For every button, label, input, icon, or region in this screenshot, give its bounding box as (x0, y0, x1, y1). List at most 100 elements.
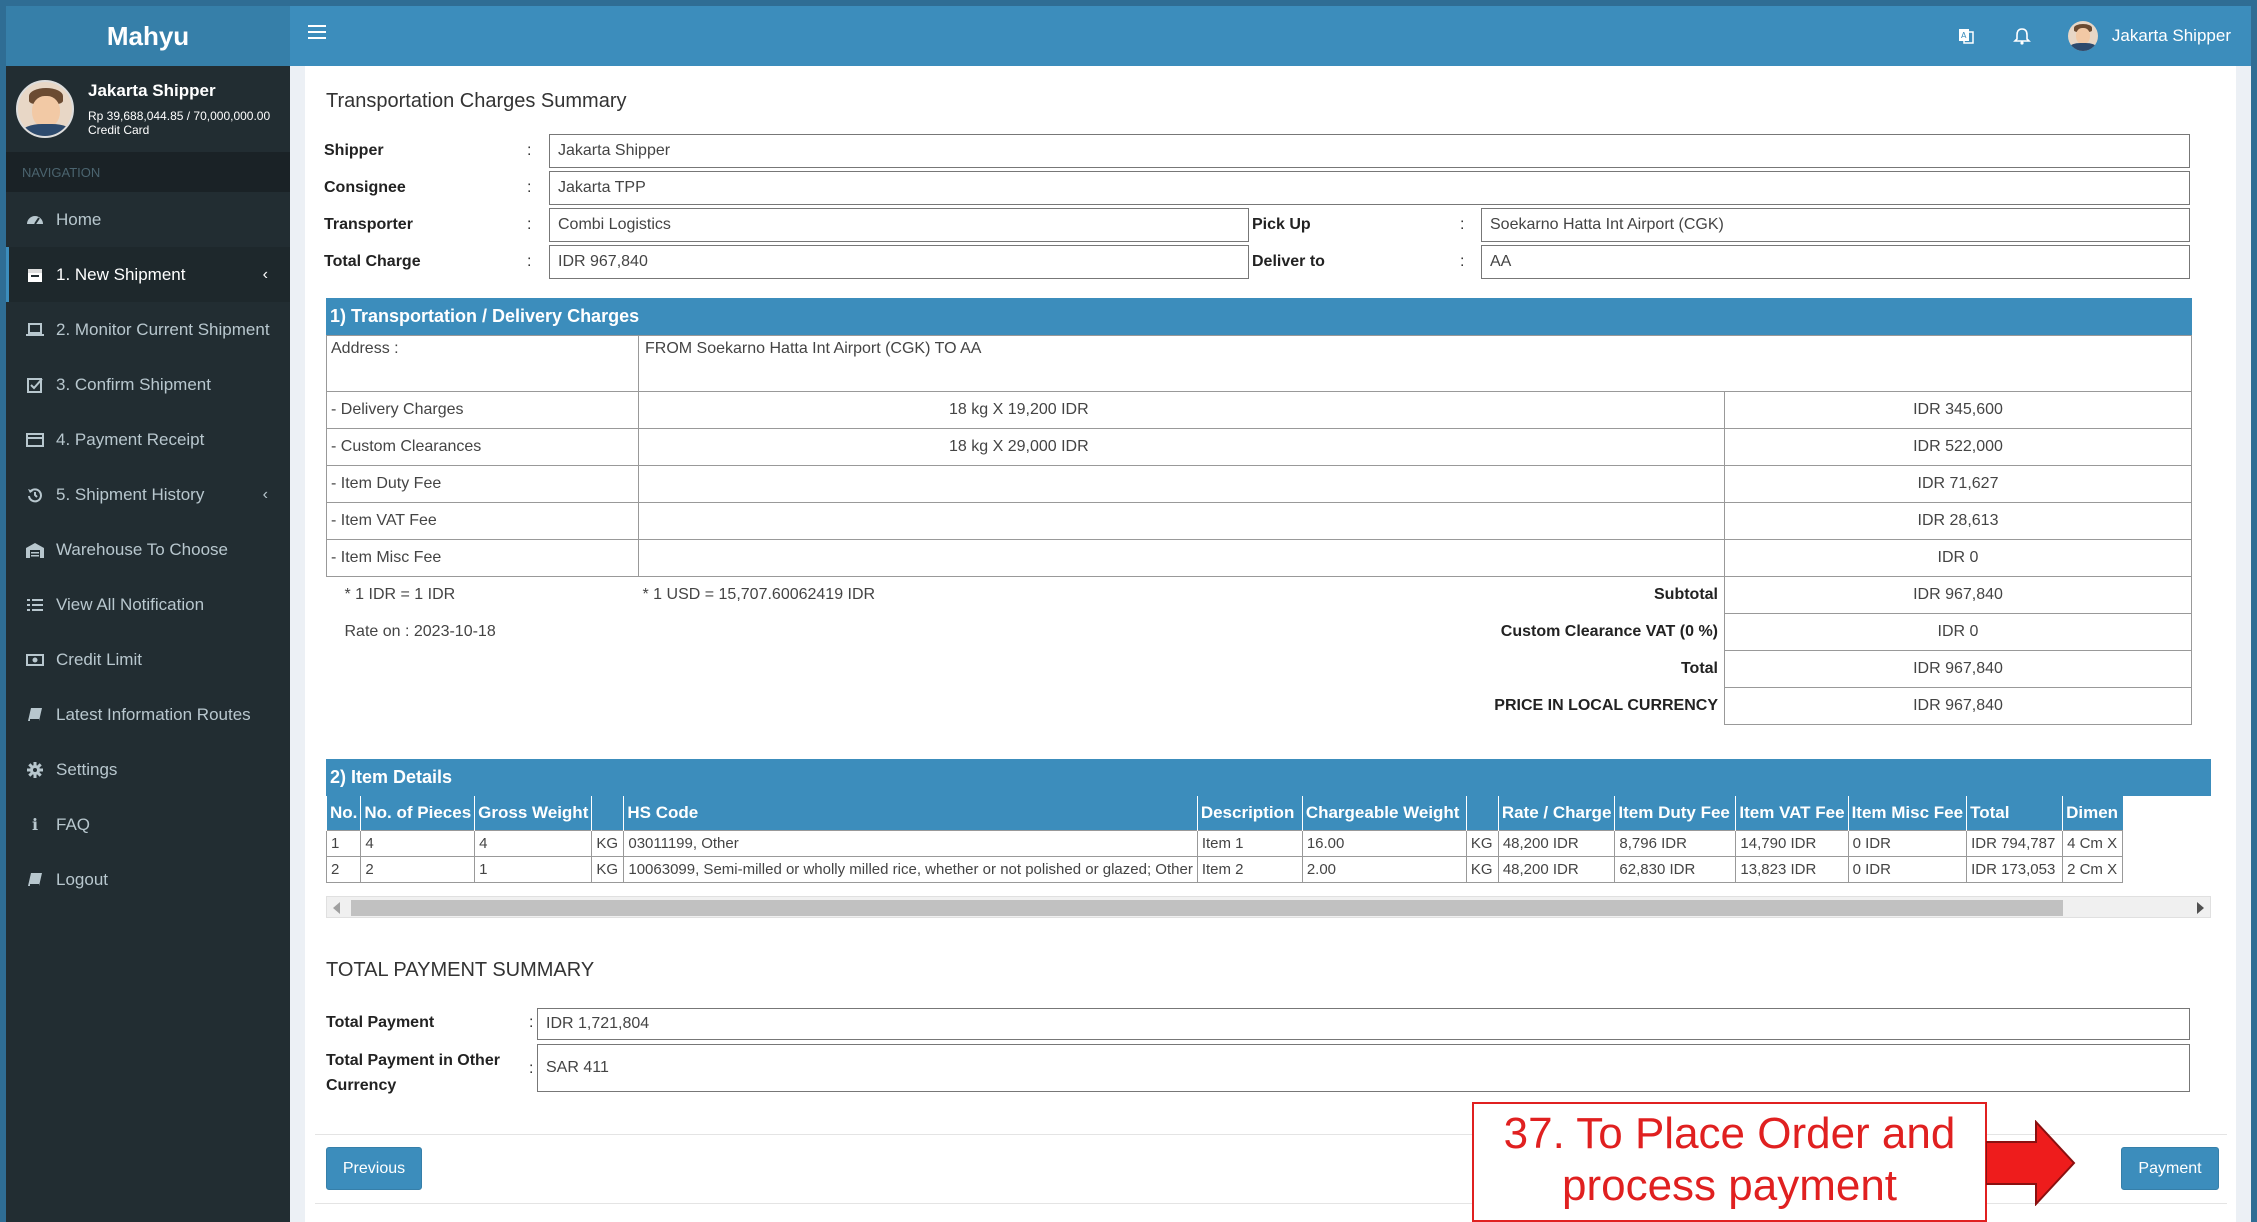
column-header: Gross Weight (474, 796, 592, 830)
table-cell: KG (591, 829, 625, 857)
table-cell: 62,830 IDR (1614, 855, 1737, 883)
column-header: Description (1196, 796, 1303, 830)
table-row: 2 2 1 KG 10063099, Semi-milled or wholly mil… (326, 855, 2124, 883)
sidebar-item-confirm-shipment[interactable]: 3. Confirm Shipment (6, 357, 290, 412)
local-price-label: PRICE IN LOCAL CURRENCY (1494, 697, 1718, 714)
subtotal-value: IDR 967,840 (1724, 576, 2192, 614)
total-payment-label: Total Payment (326, 1014, 435, 1031)
table-cell: IDR 173,053 (1966, 855, 2064, 883)
table-cell: Item 1 (1196, 829, 1303, 857)
transporter-field[interactable]: Combi Logistics (549, 208, 1249, 242)
colon: : (1460, 216, 1465, 233)
sidebar-item-new-shipment[interactable]: 1. New Shipment ‹ (6, 247, 290, 302)
column-header: HS Code (623, 796, 1198, 830)
colon: : (529, 1060, 534, 1077)
table-cell: 2 (360, 855, 476, 883)
sidebar-item-credit-limit[interactable]: Credit Limit (6, 632, 290, 687)
colon: : (529, 1014, 534, 1031)
address-label: Address : (326, 335, 639, 392)
sidebar-item-home[interactable]: Home (6, 192, 290, 247)
column-header: Item Duty Fee (1614, 796, 1736, 830)
sidebar-item-payment-receipt[interactable]: 4. Payment Receipt (6, 412, 290, 467)
deliver-to-label: Deliver to (1252, 253, 1325, 270)
table-cell: 0 IDR (1847, 829, 1968, 857)
table-cell: KG (591, 855, 625, 883)
sidebar-item-label: Settings (56, 759, 118, 779)
scroll-thumb[interactable] (351, 900, 2063, 916)
table-cell: Item 2 (1196, 855, 1303, 883)
local-price-value: IDR 967,840 (1724, 687, 2192, 725)
sidebar-item-label: 5. Shipment History (56, 484, 205, 504)
shipper-label: Shipper (324, 142, 384, 159)
credit-card-icon (26, 431, 44, 449)
scroll-left-icon[interactable] (333, 902, 340, 914)
sidebar-item-faq[interactable]: i FAQ (6, 797, 290, 852)
table-cell: 10063099, Semi-milled or wholly milled r… (623, 855, 1198, 883)
sidebar: Mahyu Jakarta Shipper Rp 39,688,044.85 /… (6, 6, 290, 1222)
sidebar-item-settings[interactable]: Settings (6, 742, 290, 797)
horizontal-scrollbar[interactable] (326, 896, 2211, 918)
other-currency-label: Total Payment in Other Currency (326, 1052, 500, 1094)
topbar-user-name[interactable]: Jakarta Shipper (2112, 26, 2231, 46)
bell-icon[interactable] (2012, 26, 2032, 46)
table-cell: 16.00 (1301, 829, 1467, 857)
deliver-to-field[interactable]: AA (1481, 245, 2190, 279)
language-icon[interactable]: A (1956, 26, 1976, 46)
consignee-field[interactable]: Jakarta TPP (549, 171, 2190, 205)
other-currency-field[interactable]: SAR 411 (537, 1044, 2190, 1092)
shipper-field[interactable]: Jakarta Shipper (549, 134, 2190, 168)
sidebar-item-label: 1. New Shipment (56, 264, 186, 284)
book-icon (26, 706, 44, 724)
chevron-left-icon: ‹ (262, 485, 268, 503)
column-header: Dimen (2062, 796, 2123, 830)
credit-balance: Rp 39,688,044.85 / 70,000,000.00 (88, 109, 271, 123)
sidebar-item-label: 4. Payment Receipt (56, 429, 205, 449)
info-icon: i (31, 815, 39, 834)
charge-amount: IDR 0 (1724, 539, 2192, 577)
total-charge-field[interactable]: IDR 967,840 (549, 245, 1249, 279)
laptop-icon (26, 321, 44, 339)
table-cell: 2 Cm X (2062, 855, 2124, 883)
sidebar-item-notifications[interactable]: View All Notification (6, 577, 290, 632)
rate-date: Rate on : 2023-10-18 (344, 623, 496, 640)
column-header: No. (326, 796, 361, 830)
chevron-left-icon: ‹ (262, 265, 268, 283)
gear-icon (26, 761, 44, 779)
charge-row: - Item VAT Fee IDR 28,613 (326, 502, 2192, 540)
charge-amount: IDR 345,600 (1724, 391, 2192, 429)
table-cell: 4 (360, 829, 476, 857)
main-content: Transportation Charges Summary Shipper :… (290, 66, 2251, 1222)
total-payment-field[interactable]: IDR 1,721,804 (537, 1008, 2190, 1040)
column-header: Chargeable Weight (1301, 796, 1467, 830)
table-cell: 48,200 IDR (1497, 829, 1616, 857)
sidebar-item-logout[interactable]: Logout (6, 852, 290, 907)
charge-amount: IDR 522,000 (1724, 428, 2192, 466)
rate-usd: * 1 USD = 15,707.60062419 IDR (642, 586, 876, 604)
list-icon (26, 596, 44, 614)
pickup-label: Pick Up (1252, 216, 1311, 233)
column-header: Rate / Charge (1497, 796, 1615, 830)
arrow-right-icon (1986, 1120, 2076, 1206)
sidebar-item-monitor-shipment[interactable]: 2. Monitor Current Shipment (6, 302, 290, 357)
menu-toggle-icon[interactable] (308, 25, 326, 43)
sidebar-item-label: 3. Confirm Shipment (56, 374, 211, 394)
brand-logo[interactable]: Mahyu (6, 6, 290, 66)
table-cell: IDR 794,787 (1966, 829, 2064, 857)
column-header (591, 796, 624, 830)
payment-button[interactable]: Payment (2121, 1147, 2219, 1190)
consignee-label: Consignee (324, 179, 406, 196)
colon: : (1460, 253, 1465, 270)
sidebar-item-info-routes[interactable]: Latest Information Routes (6, 687, 290, 742)
pickup-field[interactable]: Soekarno Hatta Int Airport (CGK) (1481, 208, 2190, 242)
sidebar-item-shipment-history[interactable]: 5. Shipment History ‹ (6, 467, 290, 522)
previous-button[interactable]: Previous (326, 1147, 422, 1190)
sidebar-item-label: View All Notification (56, 594, 205, 614)
sidebar-item-warehouse[interactable]: Warehouse To Choose (6, 522, 290, 577)
user-avatar[interactable] (2067, 21, 2098, 51)
scroll-right-icon[interactable] (2197, 902, 2204, 914)
column-header: Item VAT Fee (1735, 796, 1849, 830)
table-cell: 1 (326, 829, 362, 857)
sidebar-item-label: Logout (56, 869, 108, 889)
charge-row: - Item Misc Fee IDR 0 (326, 539, 2192, 577)
nav-header: NAVIGATION (6, 152, 290, 192)
